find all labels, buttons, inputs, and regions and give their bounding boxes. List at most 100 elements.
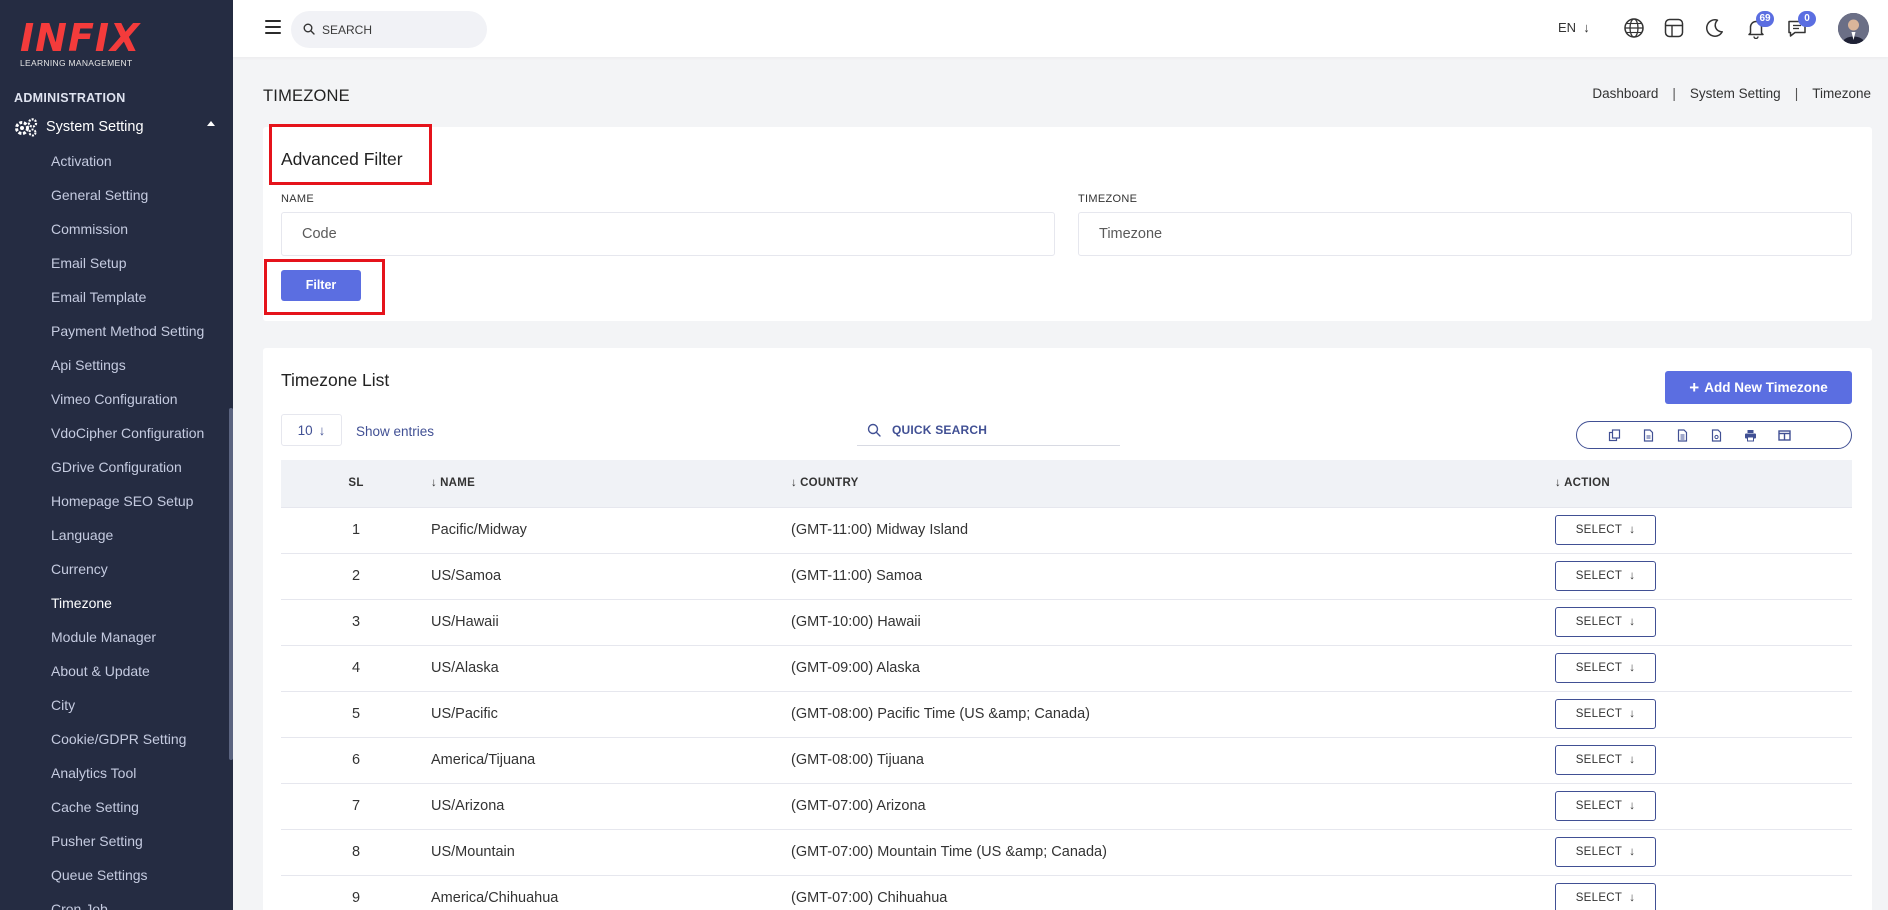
sidebar-item-pusher-setting[interactable]: Pusher Setting: [51, 830, 204, 864]
cell-sl: 8: [281, 828, 431, 875]
column-header-name-label: NAME: [440, 477, 476, 490]
arrow-down-icon: ↓: [1629, 708, 1636, 720]
arrow-down-icon: ↓: [1629, 524, 1636, 536]
sidebar-item-vimeo-configuration[interactable]: Vimeo Configuration: [51, 388, 204, 422]
page-size-select[interactable]: 10 ↓: [281, 414, 342, 446]
cell-country: (GMT-09:00) Alaska: [791, 644, 1555, 691]
globe-icon[interactable]: [1623, 17, 1645, 39]
menu-toggle-icon[interactable]: [265, 20, 281, 34]
brand-subtitle: LEARNING MANAGEMENT: [20, 58, 133, 68]
sidebar-item-api-settings[interactable]: Api Settings: [51, 354, 204, 388]
csv-button[interactable]: [1631, 422, 1665, 448]
columns-icon: [1777, 429, 1791, 441]
select-button[interactable]: SELECT ↓: [1555, 515, 1656, 545]
breadcrumb-separator: |: [1794, 86, 1799, 101]
sidebar-scrollbar[interactable]: [229, 408, 233, 760]
sidebar-item-email-setup[interactable]: Email Setup: [51, 252, 204, 286]
columns-button[interactable]: [1767, 422, 1801, 448]
table-row: 5 US/Pacific (GMT-08:00) Pacific Time (US …: [281, 690, 1852, 737]
column-header-action[interactable]: ↓ ACTION: [1555, 460, 1852, 507]
arrow-down-icon: ↓: [1629, 616, 1636, 628]
search-icon: [303, 23, 315, 35]
sidebar: INFIX LEARNING MANAGEMENT ADMINISTRATION…: [0, 0, 233, 910]
sidebar-item-city[interactable]: City: [51, 694, 204, 728]
sidebar-item-activation[interactable]: Activation: [51, 150, 204, 184]
sidebar-item-analytics-tool[interactable]: Analytics Tool: [51, 762, 204, 796]
select-button[interactable]: SELECT ↓: [1555, 653, 1656, 683]
copy-button[interactable]: [1597, 422, 1631, 448]
layout-icon[interactable]: [1663, 17, 1685, 39]
select-label: SELECT: [1575, 800, 1623, 812]
sidebar-item-timezone[interactable]: Timezone: [51, 592, 204, 626]
pdf-button[interactable]: [1699, 422, 1733, 448]
advanced-filter-card: Advanced Filter NAME TIMEZONE Filter: [263, 124, 1872, 321]
cell-action: SELECT ↓: [1555, 874, 1852, 910]
cell-action: SELECT ↓: [1555, 736, 1852, 783]
excel-button[interactable]: [1665, 422, 1699, 448]
export-buttons: [1576, 421, 1852, 449]
sidebar-item-currency[interactable]: Currency: [51, 558, 204, 592]
sidebar-group-system-setting[interactable]: System Setting: [14, 116, 219, 138]
pdf-icon: [1711, 428, 1721, 442]
moon-icon[interactable]: [1703, 17, 1725, 39]
cell-country: (GMT-10:00) Hawaii: [791, 598, 1555, 645]
column-header-country[interactable]: ↓ COUNTRY: [791, 460, 1555, 507]
sidebar-item-cookie-gdpr-setting[interactable]: Cookie/GDPR Setting: [51, 728, 204, 762]
table-body: 1 Pacific/Midway (GMT-11:00) Midway Island…: [281, 506, 1852, 910]
timezone-field[interactable]: [1078, 212, 1852, 256]
sidebar-item-module-manager[interactable]: Module Manager: [51, 626, 204, 660]
select-button[interactable]: SELECT ↓: [1555, 699, 1656, 729]
table-header-row: SL ↓ NAME ↓ COUNTRY ↓ ACTION: [281, 460, 1852, 507]
sidebar-item-language[interactable]: Language: [51, 524, 204, 558]
sort-arrow-icon: ↓: [791, 477, 798, 490]
name-field[interactable]: [281, 212, 1055, 256]
print-button[interactable]: [1733, 422, 1767, 448]
column-header-sl[interactable]: SL: [281, 460, 431, 507]
breadcrumb-system-setting[interactable]: System Setting: [1690, 86, 1781, 101]
select-button[interactable]: SELECT ↓: [1555, 837, 1656, 867]
cell-name: Pacific/Midway: [431, 506, 791, 553]
add-new-timezone-label: Add New Timezone: [1704, 380, 1828, 395]
sidebar-item-cache-setting[interactable]: Cache Setting: [51, 796, 204, 830]
sidebar-menu: Activation General Setting Commission Email…: [51, 150, 204, 910]
topbar: EN ↓ 69 0: [233, 0, 1888, 57]
sidebar-item-general-setting[interactable]: General Setting: [51, 184, 204, 218]
breadcrumb-dashboard[interactable]: Dashboard: [1592, 86, 1658, 101]
select-button[interactable]: SELECT ↓: [1555, 883, 1656, 910]
select-label: SELECT: [1575, 616, 1623, 628]
breadcrumb-timezone: Timezone: [1812, 86, 1871, 101]
sidebar-item-queue-settings[interactable]: Queue Settings: [51, 864, 204, 898]
select-button[interactable]: SELECT ↓: [1555, 791, 1656, 821]
select-button[interactable]: SELECT ↓: [1555, 561, 1656, 591]
global-search[interactable]: [291, 11, 487, 48]
user-avatar[interactable]: [1838, 13, 1869, 44]
name-input[interactable]: [282, 213, 1054, 255]
sidebar-item-gdrive-configuration[interactable]: GDrive Configuration: [51, 456, 204, 490]
select-button[interactable]: SELECT ↓: [1555, 745, 1656, 775]
sidebar-item-vdocipher-configuration[interactable]: VdoCipher Configuration: [51, 422, 204, 456]
sidebar-item-about-update[interactable]: About & Update: [51, 660, 204, 694]
brand-logo[interactable]: INFIX LEARNING MANAGEMENT: [20, 18, 140, 70]
select-label: SELECT: [1575, 708, 1623, 720]
sidebar-item-commission[interactable]: Commission: [51, 218, 204, 252]
cell-name: US/Pacific: [431, 690, 791, 737]
language-selector[interactable]: EN ↓: [1558, 20, 1590, 35]
search-input[interactable]: [322, 20, 472, 40]
sidebar-item-cron-job[interactable]: Cron Job: [51, 898, 204, 910]
breadcrumb-separator: |: [1672, 86, 1676, 101]
cell-sl: 1: [281, 506, 431, 553]
select-button[interactable]: SELECT ↓: [1555, 607, 1656, 637]
timezone-input[interactable]: [1079, 213, 1851, 255]
filter-button[interactable]: Filter: [281, 270, 361, 301]
table-row: 9 America/Chihuahua (GMT-07:00) Chihuahua S…: [281, 874, 1852, 910]
sidebar-item-payment-method-setting[interactable]: Payment Method Setting: [51, 320, 204, 354]
sidebar-item-homepage-seo-setup[interactable]: Homepage SEO Setup: [51, 490, 204, 524]
cell-action: SELECT ↓: [1555, 506, 1852, 553]
add-new-timezone-button[interactable]: + Add New Timezone: [1665, 371, 1852, 404]
cell-sl: 2: [281, 552, 431, 599]
arrow-down-icon: ↓: [1579, 20, 1590, 35]
gears-icon: [15, 118, 38, 137]
column-header-name[interactable]: ↓ NAME: [431, 460, 791, 507]
sidebar-item-email-template[interactable]: Email Template: [51, 286, 204, 320]
quick-search[interactable]: QUICK SEARCH: [857, 414, 1120, 446]
